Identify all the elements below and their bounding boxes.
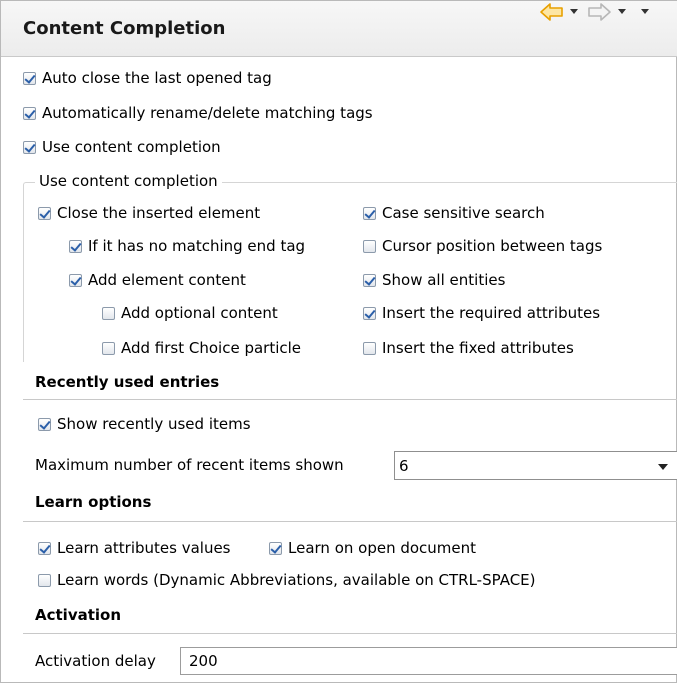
checkbox-box[interactable] [38,541,51,555]
checkbox-box[interactable] [363,273,376,287]
checkbox-label: Add element content [88,271,246,289]
checkbox-box[interactable] [38,417,51,431]
no-matching-end-checkbox[interactable]: If it has no matching end tag [69,235,305,257]
checkbox-box[interactable] [23,71,36,85]
close-inserted-checkbox[interactable]: Close the inserted element [38,202,260,224]
section-divider [23,399,677,400]
auto-rename-checkbox[interactable]: Automatically rename/delete matching tag… [23,102,373,124]
learn-open-document-checkbox[interactable]: Learn on open document [269,537,476,559]
activation-section-title: Activation [35,606,122,624]
checkbox-box[interactable] [269,541,282,555]
section-divider [23,633,677,634]
activation-delay-input[interactable]: 200 [180,647,677,675]
checkbox-box[interactable] [102,306,115,320]
checkbox-box[interactable] [363,239,376,253]
auto-close-checkbox[interactable]: Auto close the last opened tag [23,67,272,89]
checkbox-label: Insert the fixed attributes [382,339,574,357]
forward-arrow-icon[interactable] [586,1,612,23]
add-optional-content-checkbox[interactable]: Add optional content [102,302,278,324]
checkbox-box[interactable] [363,206,376,220]
forward-dropdown-icon[interactable] [618,9,626,14]
use-content-completion-checkbox[interactable]: Use content completion [23,136,221,158]
checkbox-label: Use content completion [42,138,221,156]
checkbox-label: Automatically rename/delete matching tag… [42,104,373,122]
recent-section-title: Recently used entries [35,373,220,391]
checkbox-label: If it has no matching end tag [88,237,306,255]
page-header: Content Completion [1,1,677,57]
preferences-page: Content Completion Auto close the last o… [0,0,677,683]
checkbox-box[interactable] [363,341,376,355]
checkbox-box[interactable] [38,206,51,220]
learn-section-title: Learn options [35,493,152,511]
input-value: 200 [189,652,218,670]
show-recent-checkbox[interactable]: Show recently used items [38,413,251,435]
view-menu-icon[interactable] [641,9,649,14]
cursor-between-tags-checkbox[interactable]: Cursor position between tags [363,235,602,257]
case-sensitive-checkbox[interactable]: Case sensitive search [363,202,545,224]
add-first-choice-checkbox[interactable]: Add first Choice particle [102,337,301,359]
checkbox-box[interactable] [69,239,82,253]
checkbox-label: Add optional content [121,304,278,322]
checkbox-label: Auto close the last opened tag [42,69,272,87]
checkbox-label: Show all entities [382,271,506,289]
activation-delay-label: Activation delay [35,652,156,670]
learn-attributes-checkbox[interactable]: Learn attributes values [38,537,231,559]
learn-words-checkbox[interactable]: Learn words (Dynamic Abbreviations, avai… [38,569,536,591]
checkbox-box[interactable] [102,341,115,355]
max-recent-label: Maximum number of recent items shown [35,456,344,474]
checkbox-label: Learn words (Dynamic Abbreviations, avai… [57,571,536,589]
checkbox-label: Case sensitive search [382,204,545,222]
checkbox-label: Learn attributes values [57,539,231,557]
insert-required-checkbox[interactable]: Insert the required attributes [363,302,600,324]
checkbox-label: Add first Choice particle [121,339,302,357]
section-divider [23,521,677,522]
back-dropdown-icon[interactable] [570,9,578,14]
max-recent-select[interactable]: 6 [394,451,677,480]
checkbox-label: Show recently used items [57,415,251,433]
chevron-down-icon[interactable] [658,464,668,470]
checkbox-box[interactable] [38,573,51,587]
add-element-content-checkbox[interactable]: Add element content [69,269,246,291]
checkbox-box[interactable] [69,273,82,287]
checkbox-label: Learn on open document [288,539,477,557]
checkbox-box[interactable] [363,306,376,320]
show-all-entities-checkbox[interactable]: Show all entities [363,269,505,291]
group-title: Use content completion [35,172,222,190]
checkbox-label: Close the inserted element [57,204,261,222]
select-value: 6 [399,456,409,475]
checkbox-box[interactable] [23,106,36,120]
checkbox-label: Cursor position between tags [382,237,603,255]
back-arrow-icon[interactable] [539,1,565,23]
page-title: Content Completion [23,18,226,39]
checkbox-box[interactable] [23,140,36,154]
checkbox-label: Insert the required attributes [382,304,601,322]
insert-fixed-checkbox[interactable]: Insert the fixed attributes [363,337,574,359]
